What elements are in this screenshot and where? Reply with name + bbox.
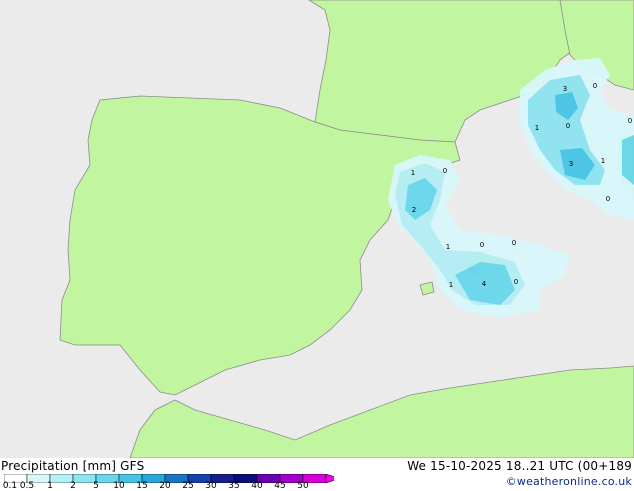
contour-label: 1 [601,157,605,165]
contour-label: 3 [569,160,573,168]
contour-label: 0 [628,117,632,125]
contour-label: 3 [563,85,567,93]
contour-label: 1 [446,243,450,251]
map-title: Precipitation [mm] GFS [1,459,145,473]
contour-label: 0 [566,122,570,130]
contour-label: 0 [480,241,484,249]
precipitation-map: 1 0 2 1 0 0 1 4 0 3 0 1 0 3 1 0 0 [0,0,634,458]
contour-label: 0 [606,195,610,203]
contour-label: 0 [593,82,597,90]
map-svg: 1 0 2 1 0 0 1 4 0 3 0 1 0 3 1 0 0 [0,0,634,458]
contour-label: 2 [412,206,416,214]
contour-label: 0 [514,278,518,286]
contour-label: 1 [449,281,453,289]
valid-time: We 15-10-2025 18..21 UTC (00+189 [407,459,632,473]
contour-label: 1 [535,124,539,132]
contour-label: 1 [411,169,415,177]
legend-bar: Precipitation [mm] GFS We 15-10-2025 18.… [0,458,634,491]
contour-label: 0 [443,167,447,175]
credit-link[interactable]: ©weatheronline.co.uk [506,475,632,488]
contour-label: 4 [482,280,487,288]
contour-label: 0 [512,239,516,247]
